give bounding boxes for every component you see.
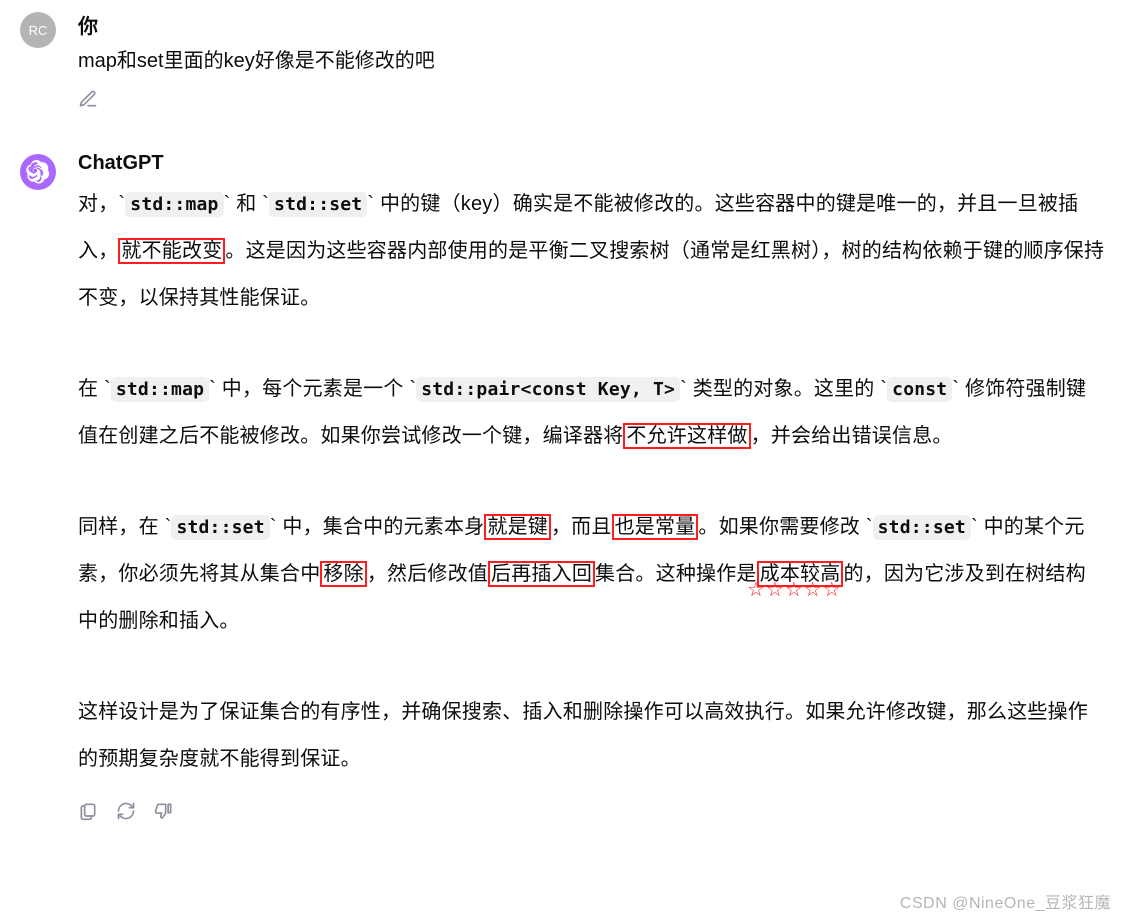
bot-paragraph-3: 同样，在 `std::set` 中，集合中的元素本身就是键，而且也是常量。如果你… xyxy=(78,504,1105,645)
code-std-set: std::set xyxy=(269,192,367,217)
thumbs-down-icon[interactable] xyxy=(154,801,174,826)
highlight-is-key: 就是键 xyxy=(484,514,551,540)
highlight-is-const: 也是常量 xyxy=(612,514,699,540)
bot-message: ChatGPT 对，`std::map` 和 `std::set` 中的键（ke… xyxy=(0,152,1125,826)
edit-icon[interactable] xyxy=(78,96,98,113)
stars-annotation: ☆☆☆☆☆ xyxy=(747,577,842,602)
user-message: RC 你 map和set里面的key好像是不能修改的吧 xyxy=(0,0,1125,114)
highlight-not-allowed: 不允许这样做 xyxy=(623,423,750,449)
bot-avatar xyxy=(20,154,56,190)
bot-name: ChatGPT xyxy=(78,152,1105,175)
user-avatar: RC xyxy=(20,12,56,48)
bot-message-body: 对，`std::map` 和 `std::set` 中的键（key）确实是不能被… xyxy=(78,181,1105,826)
highlight-reinsert: 后再插入回 xyxy=(488,561,595,587)
code-std-set: std::set xyxy=(171,515,269,540)
code-const: const xyxy=(887,377,952,402)
bot-paragraph-4: 这样设计是为了保证集合的有序性，并确保搜索、插入和删除操作可以高效执行。如果允许… xyxy=(78,689,1105,783)
copy-icon[interactable] xyxy=(78,801,98,826)
code-std-map: std::map xyxy=(125,192,223,217)
code-std-map: std::map xyxy=(111,377,209,402)
highlight-cannot-change: 就不能改变 xyxy=(118,238,225,264)
user-message-text: map和set里面的key好像是不能修改的吧 xyxy=(78,45,1105,77)
bot-paragraph-2: 在 `std::map` 中，每个元素是一个 `std::pair<const … xyxy=(78,366,1105,460)
bot-paragraph-1: 对，`std::map` 和 `std::set` 中的键（key）确实是不能被… xyxy=(78,181,1105,322)
user-name: 你 xyxy=(78,10,1105,39)
code-std-set: std::set xyxy=(873,515,971,540)
regenerate-icon[interactable] xyxy=(116,801,136,826)
code-std-pair: std::pair<const Key, T> xyxy=(416,377,680,402)
highlight-remove: 移除 xyxy=(320,561,366,587)
watermark: CSDN @NineOne_豆浆狂魔 xyxy=(900,889,1111,913)
